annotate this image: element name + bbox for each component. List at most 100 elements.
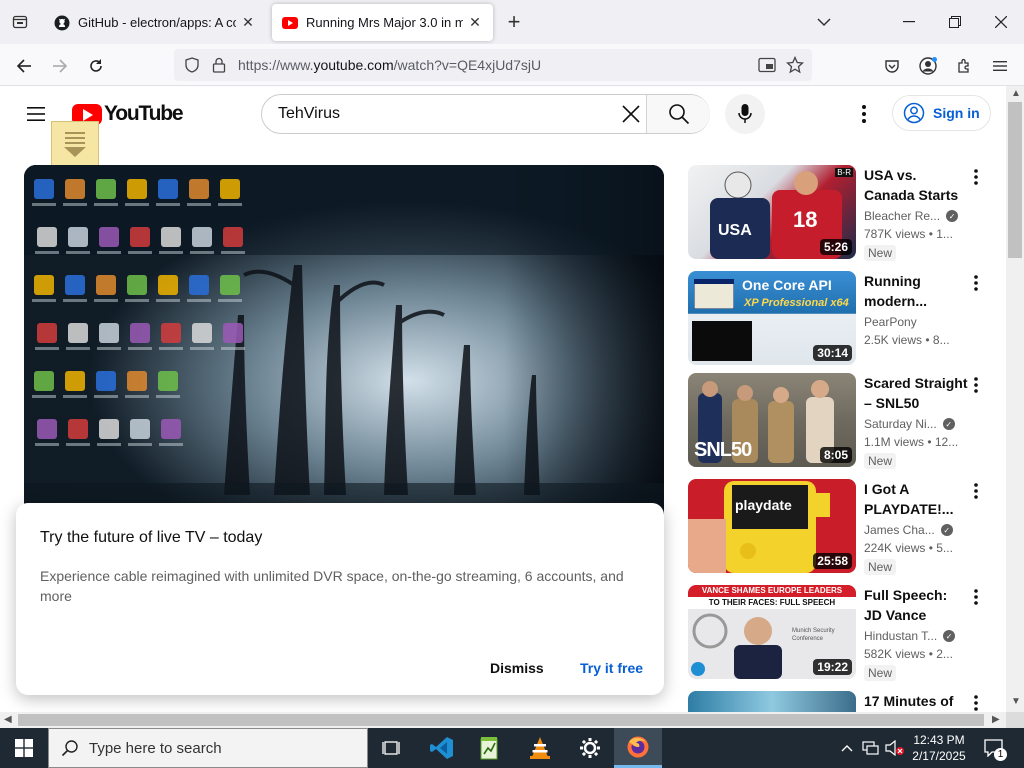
video-more-button[interactable]: [968, 693, 984, 712]
video-duration: 5:26: [819, 239, 852, 255]
desktop-icon-label-in-video: [125, 203, 149, 206]
video-duration: 25:58: [813, 553, 852, 569]
restore-button[interactable]: [932, 0, 978, 44]
more-vertical-icon: [974, 695, 978, 711]
tab-github[interactable]: GitHub - electron/apps: A colle ✕: [44, 4, 266, 41]
vertical-scrollbar[interactable]: ▲ ▼: [1006, 86, 1024, 712]
settings-menu-button[interactable]: [852, 102, 876, 126]
search-button[interactable]: [646, 95, 710, 133]
scroll-left-arrow-icon[interactable]: ◀: [4, 714, 12, 725]
video-thumbnail[interactable]: playdate 25:58: [688, 479, 856, 573]
search-box[interactable]: TehVirus: [261, 94, 710, 134]
dismiss-button[interactable]: Dismiss: [490, 660, 544, 676]
channel-name[interactable]: Bleacher Re... ✓: [864, 209, 959, 223]
recommended-video[interactable]: playdate 25:58 I Got A PLAYDATE!... Jame…: [688, 479, 988, 575]
channel-name[interactable]: James Cha... ✓: [864, 523, 953, 537]
clear-search-icon[interactable]: [618, 101, 644, 127]
video-more-button[interactable]: [968, 273, 984, 293]
download-overlay-button[interactable]: [51, 121, 99, 167]
reload-button[interactable]: [82, 52, 110, 80]
list-all-tabs-button[interactable]: [812, 10, 836, 34]
desktop-icon-in-video: [158, 179, 178, 199]
svg-text:USA: USA: [718, 222, 752, 239]
channel-name[interactable]: Hindustan T... ✓: [864, 629, 956, 643]
desktop-icon-label-in-video: [35, 443, 59, 446]
channel-name[interactable]: Saturday Ni... ✓: [864, 417, 955, 431]
shield-icon: [185, 57, 199, 73]
video-title[interactable]: USA vs. Canada Starts With 3...: [864, 165, 968, 205]
taskbar-clock[interactable]: 12:43 PM 2/17/2025: [906, 732, 972, 764]
channel-name[interactable]: PearPony: [864, 315, 917, 329]
desktop-icon-label-in-video: [32, 395, 56, 398]
horizontal-scrollbar[interactable]: ◀ ▶: [0, 712, 1006, 728]
scrollbar-thumb[interactable]: [1008, 102, 1022, 258]
desktop-icon-in-video: [223, 323, 243, 343]
recommended-video[interactable]: 17 Minutes of: [688, 691, 988, 712]
firefox-view-button[interactable]: [8, 10, 32, 34]
guide-menu-button[interactable]: [24, 102, 48, 126]
volume-tray-icon[interactable]: [884, 728, 906, 768]
new-tab-button[interactable]: +: [502, 9, 526, 34]
vlc-taskbar-button[interactable]: [516, 728, 564, 768]
video-title[interactable]: 17 Minutes of: [864, 691, 968, 712]
video-title[interactable]: Full Speech: JD Vance Shame...: [864, 585, 968, 625]
desktop-icon-label-in-video: [156, 395, 180, 398]
desktop-icon-label-in-video: [159, 251, 183, 254]
forward-button[interactable]: [46, 52, 74, 80]
vscode-taskbar-button[interactable]: [418, 728, 466, 768]
scroll-right-arrow-icon[interactable]: ▶: [992, 714, 1000, 725]
video-more-button[interactable]: [968, 167, 984, 187]
desktop-icon-in-video: [130, 323, 150, 343]
video-title[interactable]: Scared Straight – SNL50: [864, 373, 968, 413]
tab-youtube[interactable]: Running Mrs Major 3.0 in my re ✕: [272, 4, 493, 41]
close-tab-icon[interactable]: ✕: [467, 14, 483, 31]
desktop-icon-label-in-video: [190, 347, 214, 350]
video-thumbnail[interactable]: SNL50 8:05: [688, 373, 856, 467]
video-thumbnail[interactable]: VANCE SHAMES EUROPE LEADERS TO THEIR FAC…: [688, 585, 856, 679]
task-view-button[interactable]: [368, 728, 416, 768]
try-it-free-button[interactable]: Try it free: [580, 660, 643, 676]
video-thumbnail[interactable]: One Core API XP Professional x64 30:14: [688, 271, 856, 365]
recommended-video[interactable]: SNL50 8:05 Scared Straight – SNL50 Satur…: [688, 373, 988, 469]
video-title[interactable]: I Got A PLAYDATE!...: [864, 479, 968, 519]
desktop-icon-in-video: [65, 275, 85, 295]
logo-text: YouTube: [104, 102, 184, 125]
voice-search-button[interactable]: [725, 94, 765, 134]
scroll-down-arrow-icon[interactable]: ▼: [1011, 696, 1021, 707]
notepadpp-taskbar-button[interactable]: [466, 728, 514, 768]
pocket-button[interactable]: [878, 52, 906, 80]
scroll-up-arrow-icon[interactable]: ▲: [1011, 88, 1021, 99]
recommended-video[interactable]: USA 18 B-R 5:26 USA vs. Canada Starts Wi…: [688, 165, 988, 261]
video-more-button[interactable]: [968, 481, 984, 501]
video-more-button[interactable]: [968, 375, 984, 395]
address-bar[interactable]: https://www.youtube.com/watch?v=QE4xjUd7…: [174, 49, 812, 81]
start-button[interactable]: [0, 728, 48, 768]
settings-taskbar-button[interactable]: [566, 728, 614, 768]
desktop-icon-in-video: [130, 227, 150, 247]
back-button[interactable]: [10, 52, 38, 80]
scrollbar-thumb[interactable]: [18, 714, 984, 726]
show-hidden-icons-button[interactable]: [838, 728, 856, 768]
video-player[interactable]: [24, 165, 664, 525]
desktop-icon-in-video: [220, 275, 240, 295]
close-window-button[interactable]: [978, 0, 1024, 44]
account-button[interactable]: [914, 52, 942, 80]
taskbar-search-box[interactable]: Type here to search: [48, 728, 368, 768]
app-menu-button[interactable]: [986, 52, 1014, 80]
video-more-button[interactable]: [968, 587, 984, 607]
notification-center-button[interactable]: 1: [980, 728, 1008, 768]
video-metadata: 224K views • 5...: [864, 541, 953, 555]
desktop-icon-label-in-video: [94, 395, 118, 398]
close-tab-icon[interactable]: ✕: [240, 14, 256, 31]
extensions-button[interactable]: [950, 52, 978, 80]
recommended-video[interactable]: VANCE SHAMES EUROPE LEADERS TO THEIR FAC…: [688, 585, 988, 681]
recommended-video[interactable]: One Core API XP Professional x64 30:14 R…: [688, 271, 988, 367]
network-tray-icon[interactable]: [860, 728, 882, 768]
sign-in-button[interactable]: Sign in: [892, 95, 991, 131]
video-title[interactable]: Running modern...: [864, 271, 968, 311]
firefox-taskbar-button[interactable]: [614, 728, 662, 768]
video-thumbnail[interactable]: [688, 691, 856, 712]
minimize-button[interactable]: [886, 0, 932, 44]
search-input[interactable]: TehVirus: [278, 105, 340, 123]
video-thumbnail[interactable]: USA 18 B-R 5:26: [688, 165, 856, 259]
